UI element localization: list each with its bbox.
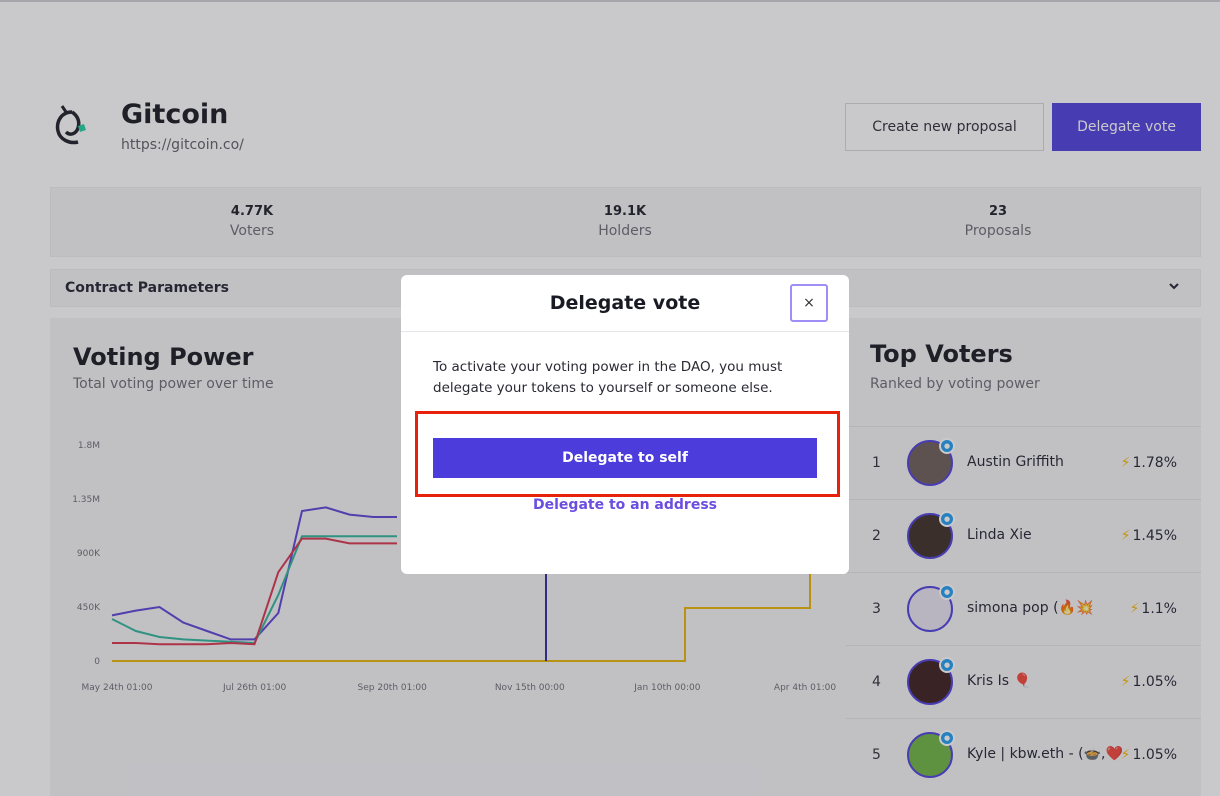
delegate-vote-modal: Delegate vote × To activate your voting … — [401, 275, 849, 574]
modal-description: To activate your voting power in the DAO… — [433, 359, 783, 396]
modal-divider — [401, 331, 849, 332]
close-icon[interactable]: × — [790, 284, 828, 322]
delegate-to-self-button[interactable]: Delegate to self — [433, 438, 817, 478]
delegate-to-address-link[interactable]: Delegate to an address — [401, 497, 849, 513]
modal-title: Delegate vote — [549, 292, 701, 314]
